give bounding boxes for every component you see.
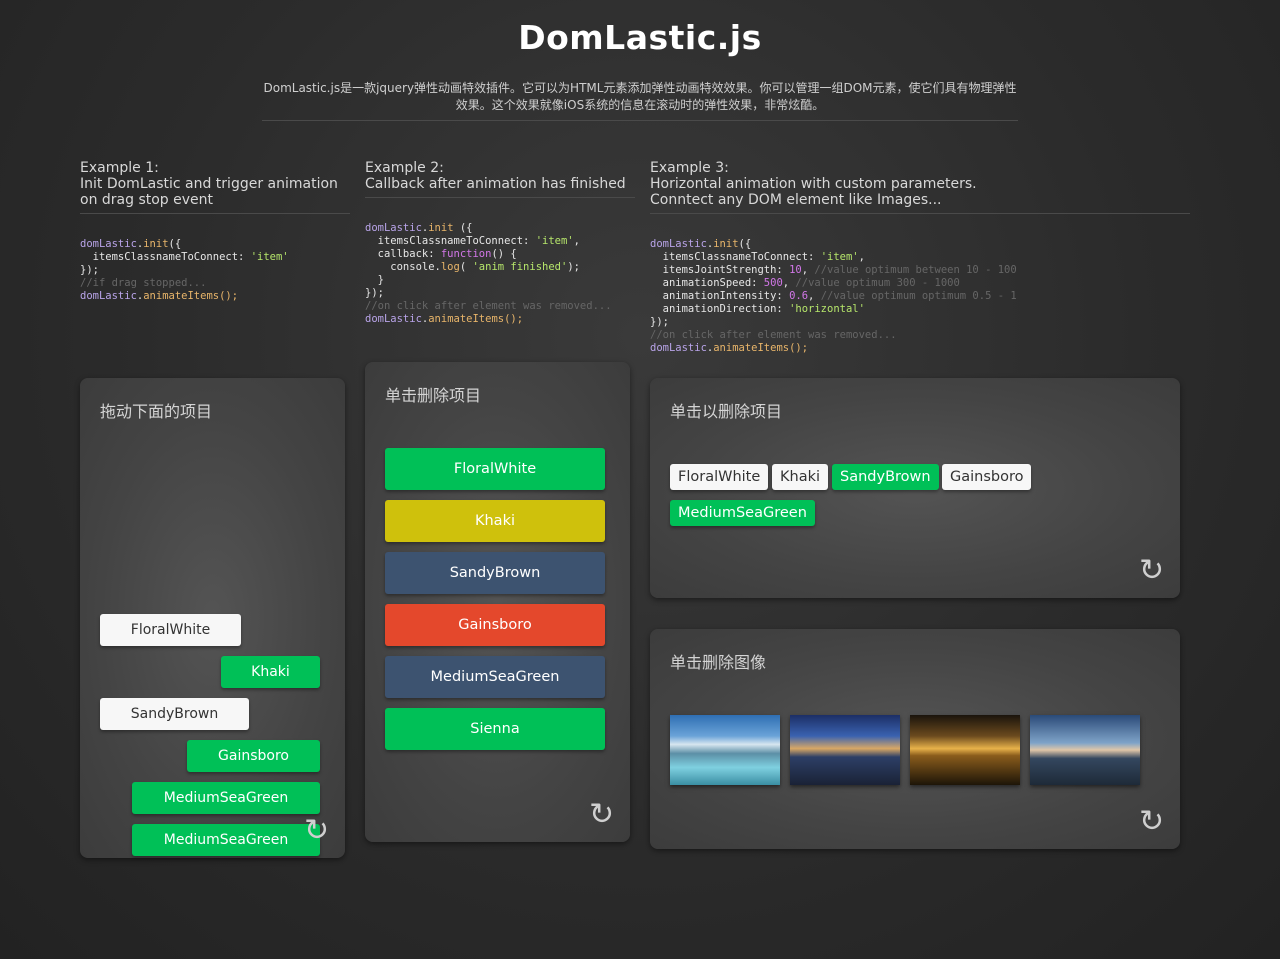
h-item-sandybrown[interactable]: SandyBrown xyxy=(832,464,939,490)
reload-icon[interactable]: ↻ xyxy=(1139,556,1164,586)
example-3-desc-2: Conntect any DOM element like Images... xyxy=(650,192,942,208)
example-1-heading: Example 1: Init DomLastic and trigger an… xyxy=(80,160,350,214)
example-2-desc: Callback after animation has finished xyxy=(365,176,626,192)
example-1-desc-1: Init DomLastic and trigger animation xyxy=(80,176,338,192)
click-item-gainsboro[interactable]: Gainsboro xyxy=(385,604,605,646)
example-3-desc-1: Horizontal animation with custom paramet… xyxy=(650,176,977,192)
example-1-label: Example 1: xyxy=(80,160,159,176)
h-item-floralwhite[interactable]: FloralWhite xyxy=(670,464,769,490)
drag-item-floralwhite[interactable]: FloralWhite xyxy=(100,614,241,646)
click-item-sienna[interactable]: Sienna xyxy=(385,708,605,750)
drag-item-mediumseagreen-2[interactable]: MediumSeaGreen xyxy=(132,824,320,856)
thumbnail-coast[interactable] xyxy=(790,715,900,785)
panel-2-title: 单击删除项目 xyxy=(385,386,482,405)
page-description: DomLastic.js是一款jquery弹性动画特效插件。它可以为HTML元素… xyxy=(262,80,1018,121)
click-item-khaki[interactable]: Khaki xyxy=(385,500,605,542)
reload-icon[interactable]: ↻ xyxy=(1139,807,1164,837)
reload-icon[interactable]: ↻ xyxy=(589,800,614,830)
thumbnail-rocks[interactable] xyxy=(1030,715,1140,785)
click-item-floralwhite[interactable]: FloralWhite xyxy=(385,448,605,490)
click-item-sandybrown[interactable]: SandyBrown xyxy=(385,552,605,594)
example-2-heading: Example 2: Callback after animation has … xyxy=(365,160,635,198)
example-3-code: domLastic.init({ itemsClassnameToConnect… xyxy=(650,238,1017,354)
description-line-2: 效果。这个效果就像iOS系统的信息在滚动时的弹性效果，非常炫酷。 xyxy=(455,98,825,112)
reload-icon[interactable]: ↻ xyxy=(304,816,329,846)
panel-3-title: 单击以删除项目 xyxy=(670,402,783,421)
image-panel: 单击删除图像 ↻ xyxy=(650,629,1180,849)
example-2-code: domLastic.init ({ itemsClassnameToConnec… xyxy=(365,222,612,325)
example-1-desc-2: on drag stop event xyxy=(80,192,214,208)
example-3-label: Example 3: xyxy=(650,160,729,176)
h-item-khaki[interactable]: Khaki xyxy=(772,464,829,490)
click-item-mediumseagreen[interactable]: MediumSeaGreen xyxy=(385,656,605,698)
h-item-mediumseagreen[interactable]: MediumSeaGreen xyxy=(670,500,815,526)
page-title: DomLastic.js xyxy=(518,18,762,57)
description-line-1: DomLastic.js是一款jquery弹性动画特效插件。它可以为HTML元素… xyxy=(263,81,1017,95)
drag-item-sandybrown[interactable]: SandyBrown xyxy=(100,698,249,730)
drag-item-khaki[interactable]: Khaki xyxy=(221,656,320,688)
thumbnail-sunset[interactable] xyxy=(910,715,1020,785)
thumbnail-glacier[interactable] xyxy=(670,715,780,785)
image-panel-title: 单击删除图像 xyxy=(670,653,767,672)
h-item-gainsboro[interactable]: Gainsboro xyxy=(942,464,1032,490)
example-3-heading: Example 3: Horizontal animation with cus… xyxy=(650,160,1190,214)
example-2-label: Example 2: xyxy=(365,160,444,176)
example-2-panel: 单击删除项目 FloralWhite Khaki SandyBrown Gain… xyxy=(365,362,630,842)
panel-1-title: 拖动下面的项目 xyxy=(100,402,213,421)
example-1-panel: 拖动下面的项目 FloralWhite Khaki SandyBrown Gai… xyxy=(80,378,345,858)
example-1-code: domLastic.init({ itemsClassnameToConnect… xyxy=(80,238,289,302)
drag-item-mediumseagreen[interactable]: MediumSeaGreen xyxy=(132,782,320,814)
drag-item-gainsboro[interactable]: Gainsboro xyxy=(187,740,320,772)
example-3-panel: 单击以删除项目 FloralWhite Khaki SandyBrown Gai… xyxy=(650,378,1180,598)
